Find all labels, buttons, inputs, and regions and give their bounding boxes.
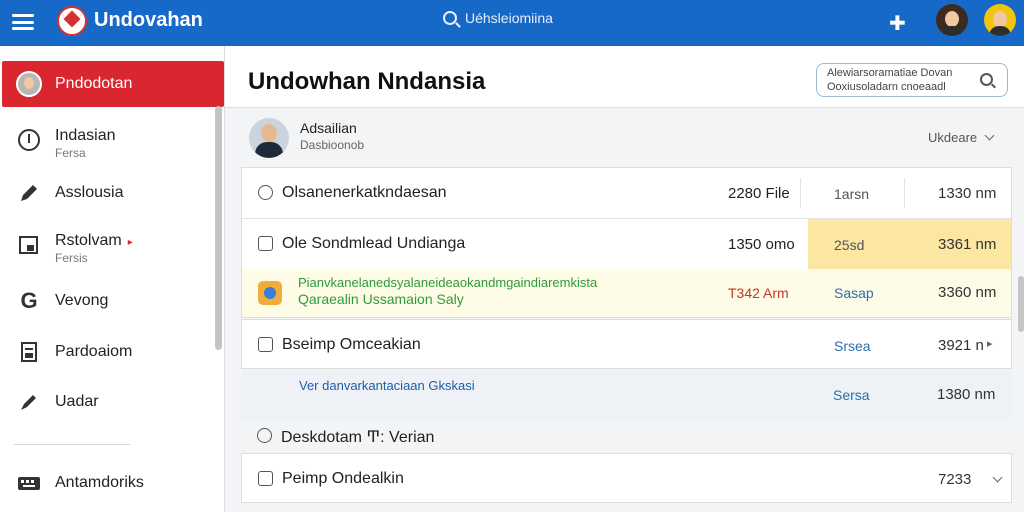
highlighted-row[interactable]: Pianvkanelanedsyalaneideaokandmgaindiare… [242,269,1011,317]
pen-icon [16,389,42,415]
sidebar-item-asslousia[interactable]: Asslousia [2,170,224,216]
main-content: Undowhan Nndansia Alewiarsoramatiae Dova… [225,46,1024,512]
file-list: Bseimp Omceakian Srsea 3921 n ▸ [241,319,1012,369]
sidebar-item-pndodotan[interactable]: Pndodotan [2,61,224,107]
sidebar-item-vevong[interactable]: G Vevong [2,278,224,324]
file-list: Peimp Ondealkin 7233 [241,453,1012,503]
column-divider [904,178,905,208]
table-row[interactable]: Bseimp Omceakian Srsea 3921 n ▸ [242,320,1011,370]
top-search-text: Uéhsleiomiina [465,10,553,26]
minus-square-icon [258,337,273,352]
top-app-bar: Undovahan Uéhsleiomiina ✚ [0,0,1024,46]
sidebar-item-antamdoriks[interactable]: Antamdoriks [2,460,224,506]
g-icon: G [20,288,38,313]
pencil-icon [16,180,42,206]
search-input[interactable]: Alewiarsoramatiae Dovan Ooxiusoladarn cn… [816,63,1008,97]
clock-icon [258,471,273,486]
info-link[interactable]: Ver danvarkantaciaan Gkskasi [299,378,475,393]
search-icon [443,11,457,25]
avatar[interactable] [936,4,968,36]
keyboard-icon [16,470,42,496]
table-row[interactable]: Ole Sondmlead Undianga 1350 omo 25sd 336… [242,219,1011,269]
page-header: Undowhan Nndansia Alewiarsoramatiae Dova… [225,46,1024,108]
sidebar-divider [14,444,130,445]
list-item[interactable]: Deskdotam Ͳ: Verian [241,420,1012,452]
info-row[interactable]: Ver danvarkantaciaan Gkskasi Sersa 1380 … [241,370,1012,420]
sort-dropdown[interactable]: Ukdeare [928,130,995,145]
sidebar-item-indasian[interactable]: Indasian Fersa [2,117,224,163]
avatar[interactable] [249,118,289,158]
main-scrollbar[interactable] [1018,276,1024,332]
avatar[interactable] [984,4,1016,36]
arrow-right-icon[interactable]: ▸ [987,337,993,350]
user-subtitle: Dasbioonob [300,138,365,152]
sidebar-item-pardoaiom[interactable]: Pardoaiom [2,329,224,375]
sidebar: Pndodotan Indasian Fersa Asslousia Rstol… [0,46,225,512]
search-icon[interactable] [980,73,993,86]
top-search[interactable]: Uéhsleiomiina [443,10,553,26]
chevron-down-icon [984,130,995,141]
brand-logo-icon[interactable] [57,6,87,36]
brand-name: Undovahan [94,9,203,31]
sidebar-scrollbar[interactable] [215,106,222,350]
chevron-down-icon[interactable] [992,472,1003,483]
user-row: Adsailian Dasbioonob Ukdeare [225,108,1024,166]
arrow-right-icon: ▸ [127,237,133,248]
app-icon [258,281,282,305]
info-circle-icon [16,127,42,153]
column-divider [800,178,801,208]
table-row[interactable]: Peimp Ondealkin 7233 [242,454,1011,504]
image-icon [16,232,42,258]
sidebar-item-rstolvam[interactable]: Rstolvam ▸ Fersis [2,222,224,268]
search-icon [258,185,273,200]
download-icon [258,236,273,251]
sidebar-item-uadar[interactable]: Uadar [2,379,224,425]
user-name: Adsailian [300,120,357,136]
avatar [16,71,42,97]
search-icon [257,428,272,443]
document-icon [16,339,42,365]
file-list: Olsanenerkatkndaesan 2280 File 1arsn 133… [241,167,1012,318]
table-row[interactable]: Olsanenerkatkndaesan 2280 File 1arsn 133… [242,168,1011,218]
menu-icon[interactable] [12,12,34,32]
extensions-icon[interactable]: ✚ [889,11,906,36]
page-title: Undowhan Nndansia [248,68,486,95]
